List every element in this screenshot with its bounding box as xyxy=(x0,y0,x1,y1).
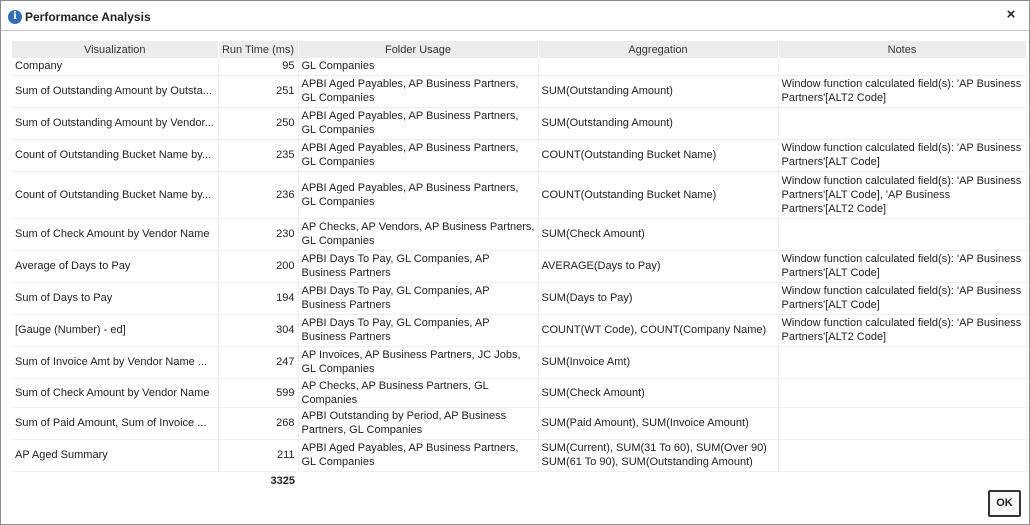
cell-visualization: Sum of Check Amount by Vendor Name xyxy=(12,378,219,408)
column-header-run-time[interactable]: Run Time (ms) xyxy=(218,41,299,58)
ok-button[interactable]: OK xyxy=(988,490,1021,517)
cell-notes xyxy=(778,346,1027,379)
table-row[interactable]: Sum of Days to Pay 194 APBI Days To Pay,… xyxy=(12,282,1027,315)
cell-visualization: Sum of Paid Amount, Sum of Invoice ... xyxy=(12,407,219,440)
table-row[interactable]: Sum of Outstanding Amount by Outsta... 2… xyxy=(12,75,1027,108)
cell-aggregation: SUM(Paid Amount), SUM(Invoice Amount) xyxy=(538,407,779,440)
table-row[interactable]: AP Aged Summary 211 APBI Aged Payables, … xyxy=(12,439,1027,472)
table-header-row: Visualization Run Time (ms) Folder Usage… xyxy=(12,41,1027,58)
cell-notes: Window function calculated field(s): 'AP… xyxy=(778,282,1027,315)
cell-folder-usage: APBI Aged Payables, AP Business Partners… xyxy=(298,107,539,140)
total-row: 3325 xyxy=(12,471,1026,491)
cell-notes: Window function calculated field(s): 'AP… xyxy=(778,171,1027,219)
cell-run-time: 247 xyxy=(218,346,299,379)
cell-aggregation: COUNT(Outstanding Bucket Name) xyxy=(538,171,779,219)
cell-aggregation: SUM(Days to Pay) xyxy=(538,282,779,315)
total-spacer xyxy=(12,471,218,491)
cell-folder-usage: APBI Aged Payables, AP Business Partners… xyxy=(298,75,539,108)
cell-visualization: [Gauge (Number) - ed] xyxy=(12,314,219,347)
cell-notes xyxy=(778,378,1027,408)
info-icon: i xyxy=(8,10,22,24)
cell-run-time: 236 xyxy=(218,171,299,219)
table-row[interactable]: Sum of Paid Amount, Sum of Invoice ... 2… xyxy=(12,407,1027,440)
cell-aggregation: SUM(Invoice Amt) xyxy=(538,346,779,379)
cell-run-time: 235 xyxy=(218,139,299,172)
table-row[interactable]: Count of Outstanding Bucket Name by... 2… xyxy=(12,139,1027,172)
table-row[interactable]: Sum of Invoice Amt by Vendor Name ... 24… xyxy=(12,346,1027,379)
cell-aggregation: COUNT(WT Code), COUNT(Company Name) xyxy=(538,314,779,347)
column-header-notes[interactable]: Notes xyxy=(778,41,1027,58)
cell-notes xyxy=(778,58,1027,76)
cell-notes xyxy=(778,439,1027,472)
table-row[interactable]: Sum of Outstanding Amount by Vendor... 2… xyxy=(12,107,1027,140)
cell-visualization: Sum of Outstanding Amount by Outsta... xyxy=(12,75,219,108)
cell-visualization: Count of Outstanding Bucket Name by... xyxy=(12,171,219,219)
cell-notes: Window function calculated field(s): 'AP… xyxy=(778,75,1027,108)
cell-run-time: 194 xyxy=(218,282,299,315)
cell-aggregation: SUM(Outstanding Amount) xyxy=(538,75,779,108)
performance-analysis-dialog: i Performance Analysis × Visualization R… xyxy=(0,0,1030,525)
cell-run-time: 230 xyxy=(218,218,299,251)
performance-table-container: Visualization Run Time (ms) Folder Usage… xyxy=(12,41,1027,491)
cell-notes: Window function calculated field(s): 'AP… xyxy=(778,139,1027,172)
cell-folder-usage: APBI Days To Pay, GL Companies, AP Busin… xyxy=(298,250,539,283)
table-row[interactable]: Sum of Check Amount by Vendor Name 230 A… xyxy=(12,218,1027,251)
cell-visualization: Count of Outstanding Bucket Name by... xyxy=(12,139,219,172)
cell-visualization: Company xyxy=(12,58,219,76)
cell-notes xyxy=(778,218,1027,251)
cell-run-time: 200 xyxy=(218,250,299,283)
cell-folder-usage: APBI Aged Payables, AP Business Partners… xyxy=(298,171,539,219)
performance-table: Visualization Run Time (ms) Folder Usage… xyxy=(12,41,1027,491)
cell-visualization: Sum of Days to Pay xyxy=(12,282,219,315)
column-header-aggregation[interactable]: Aggregation xyxy=(538,41,779,58)
cell-folder-usage: APBI Outstanding by Period, AP Business … xyxy=(298,407,539,440)
cell-folder-usage: APBI Days To Pay, GL Companies, AP Busin… xyxy=(298,282,539,315)
cell-run-time: 95 xyxy=(218,58,299,76)
cell-aggregation xyxy=(538,58,779,76)
close-icon[interactable]: × xyxy=(1003,7,1019,23)
cell-aggregation: SUM(Outstanding Amount) xyxy=(538,107,779,140)
cell-visualization: Sum of Check Amount by Vendor Name xyxy=(12,218,219,251)
dialog-title: Performance Analysis xyxy=(25,10,151,24)
cell-aggregation: AVERAGE(Days to Pay) xyxy=(538,250,779,283)
cell-visualization: Sum of Invoice Amt by Vendor Name ... xyxy=(12,346,219,379)
cell-aggregation: SUM(Current), SUM(31 To 60), SUM(Over 90… xyxy=(538,439,779,472)
table-row[interactable]: Average of Days to Pay 200 APBI Days To … xyxy=(12,250,1027,283)
cell-run-time: 251 xyxy=(218,75,299,108)
cell-aggregation: COUNT(Outstanding Bucket Name) xyxy=(538,139,779,172)
table-row[interactable]: Company 95 GL Companies xyxy=(12,58,1027,76)
column-header-visualization[interactable]: Visualization xyxy=(12,41,219,58)
cell-notes: Window function calculated field(s): 'AP… xyxy=(778,250,1027,283)
cell-folder-usage: AP Checks, AP Vendors, AP Business Partn… xyxy=(298,218,539,251)
cell-run-time: 599 xyxy=(218,378,299,408)
cell-run-time: 250 xyxy=(218,107,299,140)
cell-folder-usage: GL Companies xyxy=(298,58,539,76)
cell-folder-usage: AP Invoices, AP Business Partners, JC Jo… xyxy=(298,346,539,379)
cell-notes: Window function calculated field(s): 'AP… xyxy=(778,314,1027,347)
title-bar: i Performance Analysis × xyxy=(1,1,1029,31)
cell-visualization: AP Aged Summary xyxy=(12,439,219,472)
table-row[interactable]: Count of Outstanding Bucket Name by... 2… xyxy=(12,171,1027,219)
cell-folder-usage: APBI Days To Pay, GL Companies, AP Busin… xyxy=(298,314,539,347)
column-header-folder-usage[interactable]: Folder Usage xyxy=(298,41,539,58)
cell-folder-usage: AP Checks, AP Business Partners, GL Comp… xyxy=(298,378,539,408)
cell-aggregation: SUM(Check Amount) xyxy=(538,218,779,251)
cell-run-time: 304 xyxy=(218,314,299,347)
cell-run-time: 268 xyxy=(218,407,299,440)
cell-aggregation: SUM(Check Amount) xyxy=(538,378,779,408)
cell-notes xyxy=(778,407,1027,440)
table-row[interactable]: Sum of Check Amount by Vendor Name 599 A… xyxy=(12,378,1027,408)
total-run-time: 3325 xyxy=(270,475,295,488)
cell-folder-usage: APBI Aged Payables, AP Business Partners… xyxy=(298,139,539,172)
cell-notes xyxy=(778,107,1027,140)
table-row[interactable]: [Gauge (Number) - ed] 304 APBI Days To P… xyxy=(12,314,1027,347)
cell-visualization: Sum of Outstanding Amount by Vendor... xyxy=(12,107,219,140)
cell-folder-usage: APBI Aged Payables, AP Business Partners… xyxy=(298,439,539,472)
cell-run-time: 211 xyxy=(218,439,299,472)
cell-visualization: Average of Days to Pay xyxy=(12,250,219,283)
